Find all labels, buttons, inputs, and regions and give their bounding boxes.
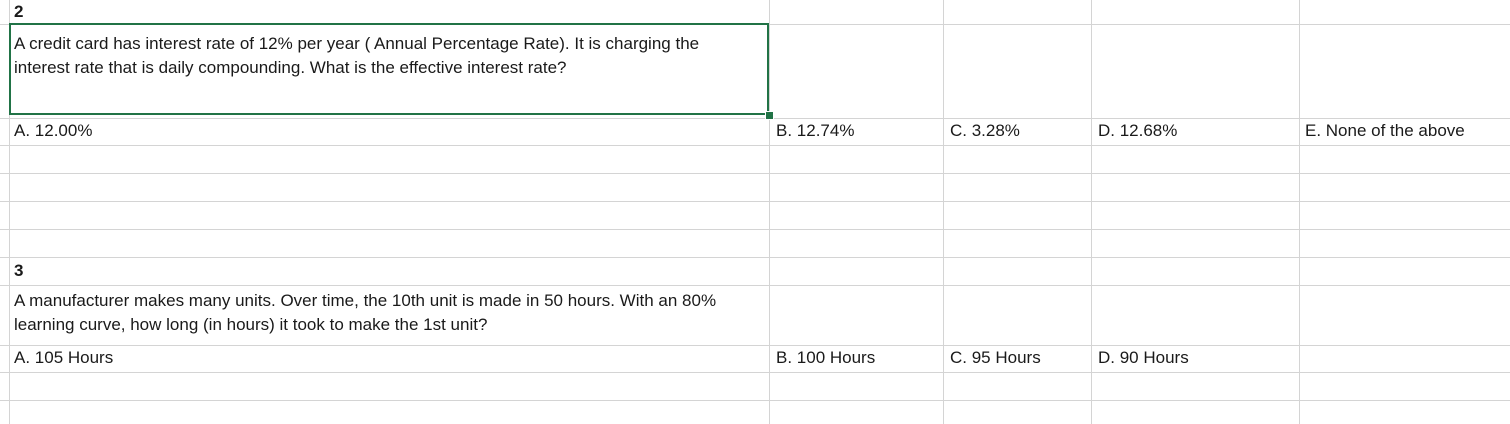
- question-3-option-a[interactable]: A. 105 Hours: [14, 346, 113, 370]
- question-3-number[interactable]: 3: [14, 259, 23, 283]
- gridline: [1299, 0, 1300, 424]
- question-3-option-d[interactable]: D. 90 Hours: [1098, 346, 1189, 370]
- gridline: [0, 118, 1510, 119]
- gridline: [0, 372, 1510, 373]
- gridline: [0, 257, 1510, 258]
- question-3-option-b[interactable]: B. 100 Hours: [776, 346, 875, 370]
- gridline: [769, 0, 770, 424]
- question-2-number[interactable]: 2: [14, 0, 23, 24]
- gridline: [0, 173, 1510, 174]
- question-2-option-d[interactable]: D. 12.68%: [1098, 119, 1177, 143]
- gridline: [0, 400, 1510, 401]
- question-3-option-c[interactable]: C. 95 Hours: [950, 346, 1041, 370]
- question-2-option-b[interactable]: B. 12.74%: [776, 119, 854, 143]
- fill-handle[interactable]: [765, 111, 774, 120]
- question-2-option-c[interactable]: C. 3.28%: [950, 119, 1020, 143]
- gridline: [0, 201, 1510, 202]
- question-2-option-a[interactable]: A. 12.00%: [14, 119, 92, 143]
- gridline: [0, 145, 1510, 146]
- gridline: [0, 229, 1510, 230]
- gridline: [943, 0, 944, 424]
- active-cell-selection: [9, 23, 769, 115]
- gridline: [1091, 0, 1092, 424]
- gridline: [0, 345, 1510, 346]
- spreadsheet-grid[interactable]: 2 A credit card has interest rate of 12%…: [0, 0, 1510, 424]
- question-2-option-e[interactable]: E. None of the above: [1305, 119, 1505, 143]
- question-3-text[interactable]: A manufacturer makes many units. Over ti…: [14, 289, 754, 337]
